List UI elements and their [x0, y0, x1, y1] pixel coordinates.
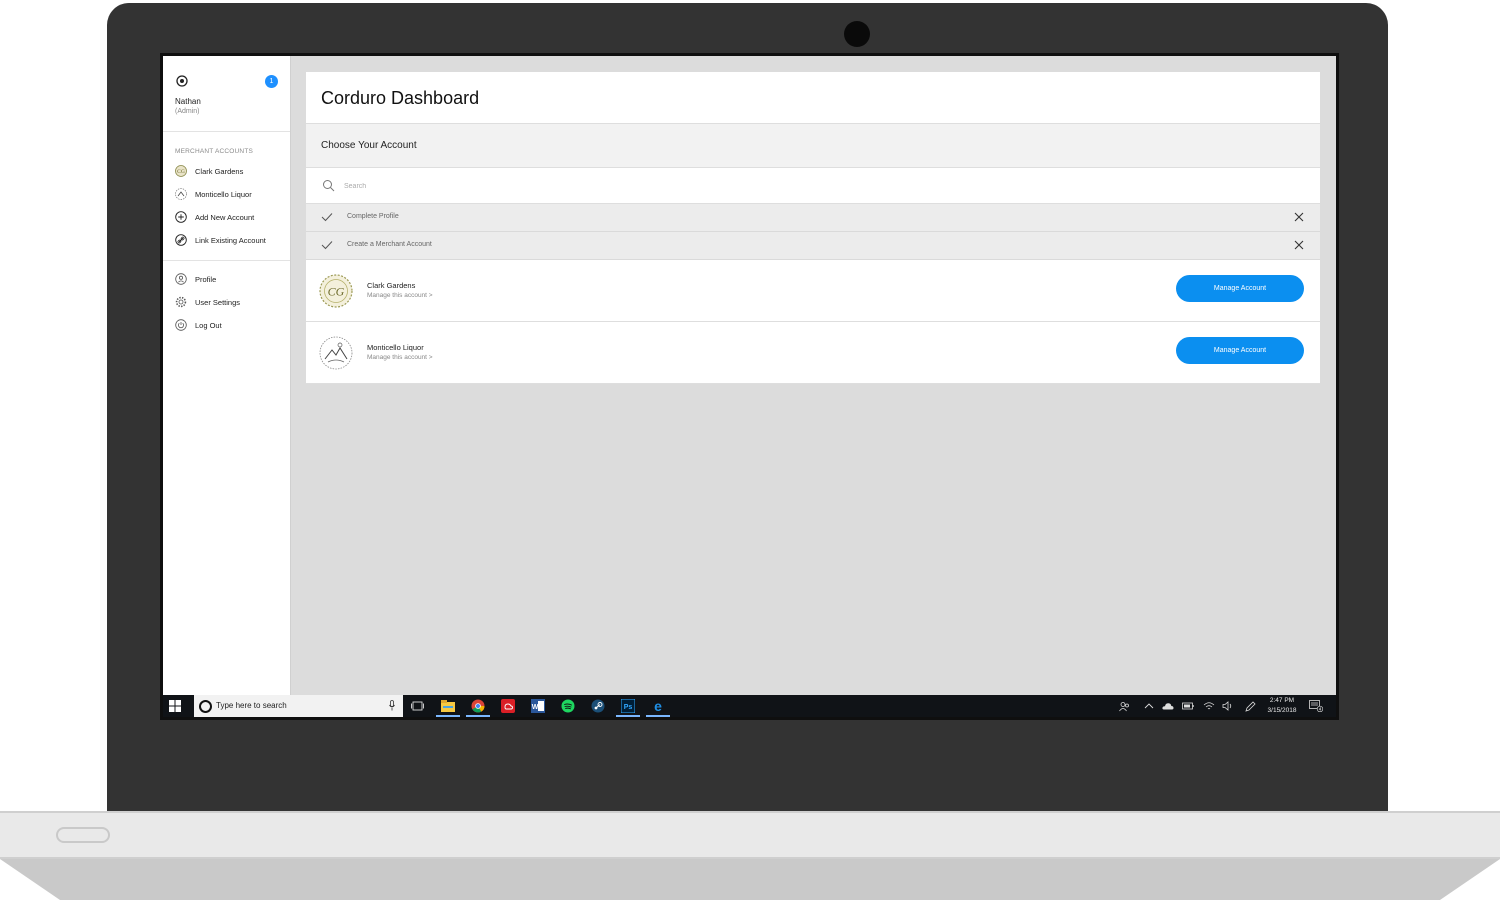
- chrome-icon[interactable]: [466, 698, 490, 717]
- task-label: Complete Profile: [347, 213, 399, 220]
- people-icon[interactable]: [1118, 700, 1130, 712]
- manage-account-button[interactable]: Manage Account: [1176, 275, 1304, 302]
- manage-this-account-link[interactable]: Manage this account >: [367, 292, 433, 299]
- task-label: Create a Merchant Account: [347, 241, 432, 248]
- clark-gardens-logo-icon: CG: [175, 165, 187, 177]
- taskbar: Type here to search W Ps e 2:47 PM 3/15/…: [163, 695, 1336, 717]
- laptop-screen: 1 Nathan (Admin) MERCHANT ACCOUNTS CG Cl…: [160, 53, 1339, 720]
- task-row-complete-profile: Complete Profile: [306, 204, 1320, 232]
- power-icon: [175, 319, 187, 331]
- chevron-up-icon[interactable]: [1143, 700, 1155, 712]
- check-icon: [321, 241, 333, 250]
- account-name: Monticello Liquor: [367, 343, 424, 352]
- steam-icon[interactable]: [590, 698, 606, 714]
- manage-account-button[interactable]: Manage Account: [1176, 337, 1304, 364]
- sidebar-item-label: Log Out: [195, 320, 222, 330]
- notification-badge[interactable]: 1: [265, 75, 278, 88]
- microphone-icon[interactable]: [389, 700, 395, 711]
- user-avatar-icon[interactable]: [176, 75, 188, 87]
- sidebar-item-log-out[interactable]: Log Out: [175, 317, 285, 333]
- svg-text:Ps: Ps: [624, 704, 633, 711]
- clark-gardens-logo: CG: [319, 274, 353, 308]
- title-bar: Corduro Dashboard: [306, 72, 1320, 124]
- windows-start-icon[interactable]: [169, 700, 181, 712]
- search-icon: [323, 180, 335, 192]
- search-input[interactable]: [342, 178, 746, 194]
- monticello-liquor-logo-icon: [175, 188, 187, 200]
- task-row-create-merchant-account: Create a Merchant Account: [306, 232, 1320, 260]
- word-icon[interactable]: W: [530, 698, 546, 714]
- svg-text:e: e: [654, 699, 662, 713]
- choose-account-header: Choose Your Account: [306, 124, 1320, 168]
- svg-text:W: W: [532, 704, 539, 711]
- spotify-icon[interactable]: [560, 698, 576, 714]
- clock-time: 2:47 PM: [1269, 697, 1295, 704]
- account-name: Clark Gardens: [367, 281, 416, 290]
- wifi-icon[interactable]: [1203, 700, 1215, 712]
- pen-icon[interactable]: [1244, 700, 1256, 712]
- webcam: [844, 21, 870, 47]
- clock-date: 3/15/2018: [1267, 707, 1297, 714]
- section-label: MERCHANT ACCOUNTS: [175, 148, 254, 155]
- laptop-trackpad: [56, 827, 110, 843]
- check-icon: [321, 213, 333, 222]
- sidebar-item-profile[interactable]: Profile: [175, 271, 285, 287]
- sidebar-item-label: User Settings: [195, 297, 241, 307]
- sidebar-item-add-new-account[interactable]: Add New Account: [175, 209, 285, 225]
- svg-text:CG: CG: [177, 169, 185, 175]
- task-view-icon[interactable]: [409, 698, 425, 714]
- choose-account-label: Choose Your Account: [321, 140, 417, 151]
- sidebar-item-monticello-liquor[interactable]: Monticello Liquor: [175, 186, 285, 202]
- account-row-monticello-liquor: Monticello Liquor Manage this account > …: [306, 322, 1320, 384]
- edge-icon[interactable]: e: [646, 698, 670, 717]
- close-icon[interactable]: [1294, 240, 1304, 250]
- app-window: 1 Nathan (Admin) MERCHANT ACCOUNTS CG Cl…: [163, 56, 1336, 717]
- main-panel: Corduro Dashboard Choose Your Account Co…: [306, 72, 1320, 384]
- sidebar-item-label: Link Existing Account: [195, 235, 266, 245]
- sidebar-item-label: Profile: [195, 274, 217, 284]
- plus-circle-icon: [175, 211, 187, 223]
- divider: [163, 260, 290, 261]
- svg-text:CG: CG: [328, 285, 345, 299]
- sidebar-item-user-settings[interactable]: User Settings: [175, 294, 285, 310]
- onedrive-icon[interactable]: [1162, 700, 1174, 712]
- volume-icon[interactable]: [1222, 700, 1234, 712]
- laptop-base: [0, 811, 1500, 859]
- laptop-base-bottom: [0, 859, 1500, 900]
- sidebar-item-label: Add New Account: [195, 212, 255, 222]
- user-role: (Admin): [175, 108, 200, 115]
- cortana-icon: [199, 700, 212, 713]
- action-center-icon[interactable]: 4: [1309, 700, 1323, 712]
- monticello-liquor-logo: [319, 336, 353, 370]
- close-icon[interactable]: [1294, 212, 1304, 222]
- sidebar-item-label: Clark Gardens: [195, 166, 244, 176]
- file-explorer-icon[interactable]: [436, 698, 460, 717]
- divider: [163, 131, 290, 132]
- taskbar-search-text: Type here to search: [216, 701, 287, 710]
- gear-icon: [175, 296, 187, 308]
- photoshop-icon[interactable]: Ps: [616, 698, 640, 717]
- link-icon: [175, 234, 187, 246]
- profile-icon: [175, 273, 187, 285]
- account-row-clark-gardens: CG Clark Gardens Manage this account > M…: [306, 260, 1320, 322]
- taskbar-search-box[interactable]: Type here to search: [194, 695, 403, 717]
- battery-icon[interactable]: [1182, 700, 1194, 712]
- sidebar-item-link-existing-account[interactable]: Link Existing Account: [175, 232, 285, 248]
- user-name: Nathan: [175, 97, 201, 106]
- search-bar: [306, 168, 1320, 204]
- page-title: Corduro Dashboard: [321, 88, 480, 108]
- sidebar-item-label: Monticello Liquor: [195, 189, 252, 199]
- sidebar: 1 Nathan (Admin) MERCHANT ACCOUNTS CG Cl…: [163, 56, 291, 695]
- taskbar-clock[interactable]: 2:47 PM 3/15/2018: [1262, 696, 1302, 716]
- manage-this-account-link[interactable]: Manage this account >: [367, 354, 433, 361]
- sidebar-item-clark-gardens[interactable]: CG Clark Gardens: [175, 163, 285, 179]
- creative-cloud-icon[interactable]: [500, 698, 516, 714]
